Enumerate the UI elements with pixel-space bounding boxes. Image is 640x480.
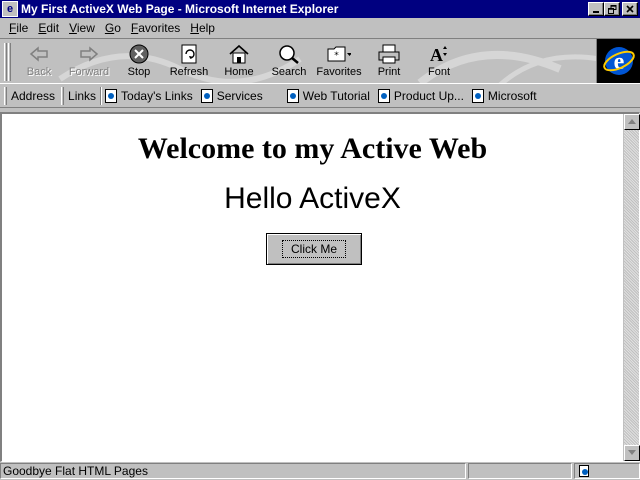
web-page-icon bbox=[471, 88, 484, 103]
stop-icon bbox=[127, 43, 151, 65]
link-services[interactable]: Services bbox=[200, 88, 263, 103]
status-zone-panel bbox=[574, 463, 640, 479]
menu-help-accel: H bbox=[190, 21, 199, 35]
window-controls bbox=[588, 2, 638, 16]
favorites-folder-icon: * bbox=[327, 43, 351, 65]
menu-go[interactable]: Go bbox=[100, 19, 126, 37]
back-button[interactable]: Back bbox=[14, 41, 64, 81]
print-button[interactable]: Print bbox=[364, 41, 414, 81]
menu-file-label: ile bbox=[16, 21, 29, 35]
ie-logo-icon: e bbox=[596, 39, 640, 83]
minimize-icon bbox=[593, 11, 599, 13]
status-bar: Goodbye Flat HTML Pages bbox=[0, 462, 640, 480]
back-label: Back bbox=[26, 66, 52, 78]
close-icon bbox=[626, 5, 634, 13]
menu-help-label: elp bbox=[198, 21, 215, 35]
forward-button[interactable]: Forward bbox=[64, 41, 114, 81]
links-separator bbox=[100, 86, 103, 105]
title-bar: e My First ActiveX Web Page - Microsoft … bbox=[0, 0, 640, 18]
web-page-icon bbox=[200, 88, 213, 103]
menu-go-accel: G bbox=[104, 21, 115, 35]
menu-edit-label: dit bbox=[46, 21, 60, 35]
menu-file[interactable]: File bbox=[4, 19, 33, 37]
minimize-button[interactable] bbox=[588, 2, 604, 16]
close-button[interactable] bbox=[622, 2, 638, 16]
link-todays-links[interactable]: Today's Links bbox=[105, 88, 193, 103]
back-arrow-icon bbox=[27, 43, 51, 65]
status-text: Goodbye Flat HTML Pages bbox=[0, 463, 466, 479]
web-page-icon bbox=[377, 88, 390, 103]
font-label: Font bbox=[427, 66, 450, 78]
link-services-label: Services bbox=[216, 88, 263, 103]
search-button[interactable]: Search bbox=[264, 41, 314, 81]
toolbar-buttons: Back Forward Stop Refresh Home Search * … bbox=[14, 41, 464, 81]
menu-view-accel: V bbox=[69, 21, 77, 35]
scroll-down-arrow-icon bbox=[628, 450, 636, 455]
link-web-tutorial[interactable]: Web Tutorial bbox=[286, 88, 370, 103]
status-progress-panel bbox=[468, 463, 572, 479]
stop-button[interactable]: Stop bbox=[114, 41, 164, 81]
toolbar-grip-2[interactable] bbox=[8, 43, 11, 81]
link-product-updates-label: Product Up... bbox=[393, 88, 464, 103]
forward-arrow-icon bbox=[77, 43, 101, 65]
link-web-tutorial-label: Web Tutorial bbox=[302, 88, 370, 103]
printer-icon bbox=[377, 43, 401, 65]
click-me-label: Click Me bbox=[281, 240, 346, 258]
menu-favorites-label: avorites bbox=[138, 21, 181, 35]
scroll-down-button[interactable] bbox=[624, 445, 640, 461]
favorites-label: Favorites bbox=[316, 66, 362, 78]
menu-favorites[interactable]: Favorites bbox=[126, 19, 185, 37]
font-size-icon: A bbox=[427, 43, 451, 65]
toolbar-grip[interactable] bbox=[4, 43, 7, 81]
restore-button[interactable] bbox=[604, 2, 620, 16]
web-page-icon bbox=[105, 88, 118, 103]
svg-text:A: A bbox=[430, 45, 443, 64]
link-microsoft[interactable]: Microsoft bbox=[471, 88, 537, 103]
refresh-icon bbox=[177, 43, 201, 65]
menu-view-label: iew bbox=[76, 21, 95, 35]
menu-bar: File Edit View Go Favorites Help bbox=[0, 18, 640, 38]
page-heading: Welcome to my Active Web bbox=[137, 132, 488, 165]
home-button[interactable]: Home bbox=[214, 41, 264, 81]
address-label[interactable]: Address bbox=[7, 89, 59, 103]
web-page-icon bbox=[286, 88, 299, 103]
refresh-label: Refresh bbox=[169, 66, 209, 78]
zone-page-icon bbox=[579, 465, 589, 477]
link-todays-links-label: Today's Links bbox=[121, 88, 193, 103]
menu-help[interactable]: Help bbox=[185, 19, 220, 37]
link-product-updates[interactable]: Product Up... bbox=[377, 88, 464, 103]
forward-label: Forward bbox=[68, 66, 110, 78]
menu-edit[interactable]: Edit bbox=[33, 19, 64, 37]
search-label: Search bbox=[271, 66, 307, 78]
favorites-button[interactable]: * Favorites bbox=[314, 41, 364, 81]
home-icon bbox=[227, 43, 251, 65]
activex-label-text: Hello ActiveX bbox=[224, 182, 401, 215]
restore-icon bbox=[607, 4, 616, 14]
page-viewport[interactable]: Welcome to my Active Web Hello ActiveX C… bbox=[0, 112, 640, 462]
ie-page-icon[interactable]: e bbox=[2, 1, 18, 17]
window-title: My First ActiveX Web Page - Microsoft In… bbox=[21, 2, 339, 16]
vertical-scrollbar[interactable] bbox=[623, 114, 640, 461]
print-label: Print bbox=[377, 66, 401, 78]
address-links-bar: Address Links Today's Links Services Web… bbox=[0, 84, 640, 108]
page-content: Welcome to my Active Web Hello ActiveX C… bbox=[2, 114, 623, 461]
links-label[interactable]: Links bbox=[64, 89, 100, 103]
standard-toolbar: Back Forward Stop Refresh Home Search * … bbox=[0, 38, 640, 84]
link-microsoft-label: Microsoft bbox=[487, 88, 537, 103]
refresh-button[interactable]: Refresh bbox=[164, 41, 214, 81]
font-button[interactable]: A Font bbox=[414, 41, 464, 81]
menu-view[interactable]: View bbox=[64, 19, 100, 37]
menu-go-label: o bbox=[114, 21, 121, 35]
scroll-up-button[interactable] bbox=[624, 114, 640, 130]
search-icon bbox=[277, 43, 301, 65]
stop-label: Stop bbox=[127, 66, 151, 78]
click-me-button[interactable]: Click Me bbox=[266, 233, 362, 265]
svg-text:*: * bbox=[334, 51, 339, 61]
scroll-up-arrow-icon bbox=[628, 119, 636, 124]
home-label: Home bbox=[224, 66, 254, 78]
